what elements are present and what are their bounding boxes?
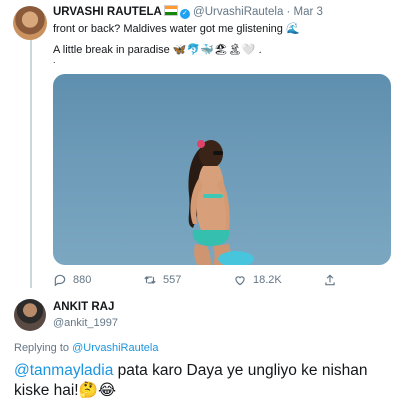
beach-photo[interactable] xyxy=(53,74,391,265)
tweet-header: URVASHI RAUTELA ✓ @UrvashiRautela · Mar 3 xyxy=(53,5,323,19)
retweet-count: 557 xyxy=(163,274,182,286)
woman-figure-illustration xyxy=(188,140,254,265)
like-button[interactable]: 18.2K xyxy=(233,273,282,287)
replying-to-link[interactable]: @UrvashiRautela xyxy=(72,342,158,354)
retweet-button[interactable]: 557 xyxy=(143,273,181,287)
avatar[interactable] xyxy=(13,6,47,40)
verified-badge-icon: ✓ xyxy=(179,9,190,19)
tweet-text-line1: front or back? Maldives water got me gli… xyxy=(53,23,300,35)
mention-link[interactable]: @tanmayladia xyxy=(14,362,113,379)
reply-header: ANKIT RAJ xyxy=(53,301,114,313)
heart-icon xyxy=(235,276,245,286)
tweet-actions: 880 557 18.2K xyxy=(53,273,353,289)
like-count: 18.2K xyxy=(253,274,282,286)
tweet-text-line2: A little break in paradise 🦋🐬🐳🏖🏝🤍 . xyxy=(53,44,262,56)
reply-icon xyxy=(54,274,66,287)
india-flag-icon xyxy=(163,5,178,16)
reply-body: @tanmayladia pata karo Daya ye ungliyo k… xyxy=(14,361,394,401)
replying-to: Replying to @UrvashiRautela xyxy=(14,342,159,354)
retweet-icon xyxy=(144,276,156,284)
wave-icon: 🌊 xyxy=(285,23,300,35)
share-button[interactable] xyxy=(323,273,337,287)
reply-handle[interactable]: @ankit_1997 xyxy=(53,317,118,329)
reply-button[interactable]: 880 xyxy=(53,273,91,287)
tweet-text-line3: . xyxy=(53,55,56,65)
avatar[interactable] xyxy=(14,299,46,331)
handle-date[interactable]: @UrvashiRautela · Mar 3 xyxy=(193,6,323,18)
reply-count: 880 xyxy=(73,274,92,286)
display-name[interactable]: ANKIT RAJ xyxy=(53,301,114,313)
share-icon xyxy=(325,274,335,286)
thread-line xyxy=(30,40,32,288)
display-name[interactable]: URVASHI RAUTELA xyxy=(53,6,162,18)
